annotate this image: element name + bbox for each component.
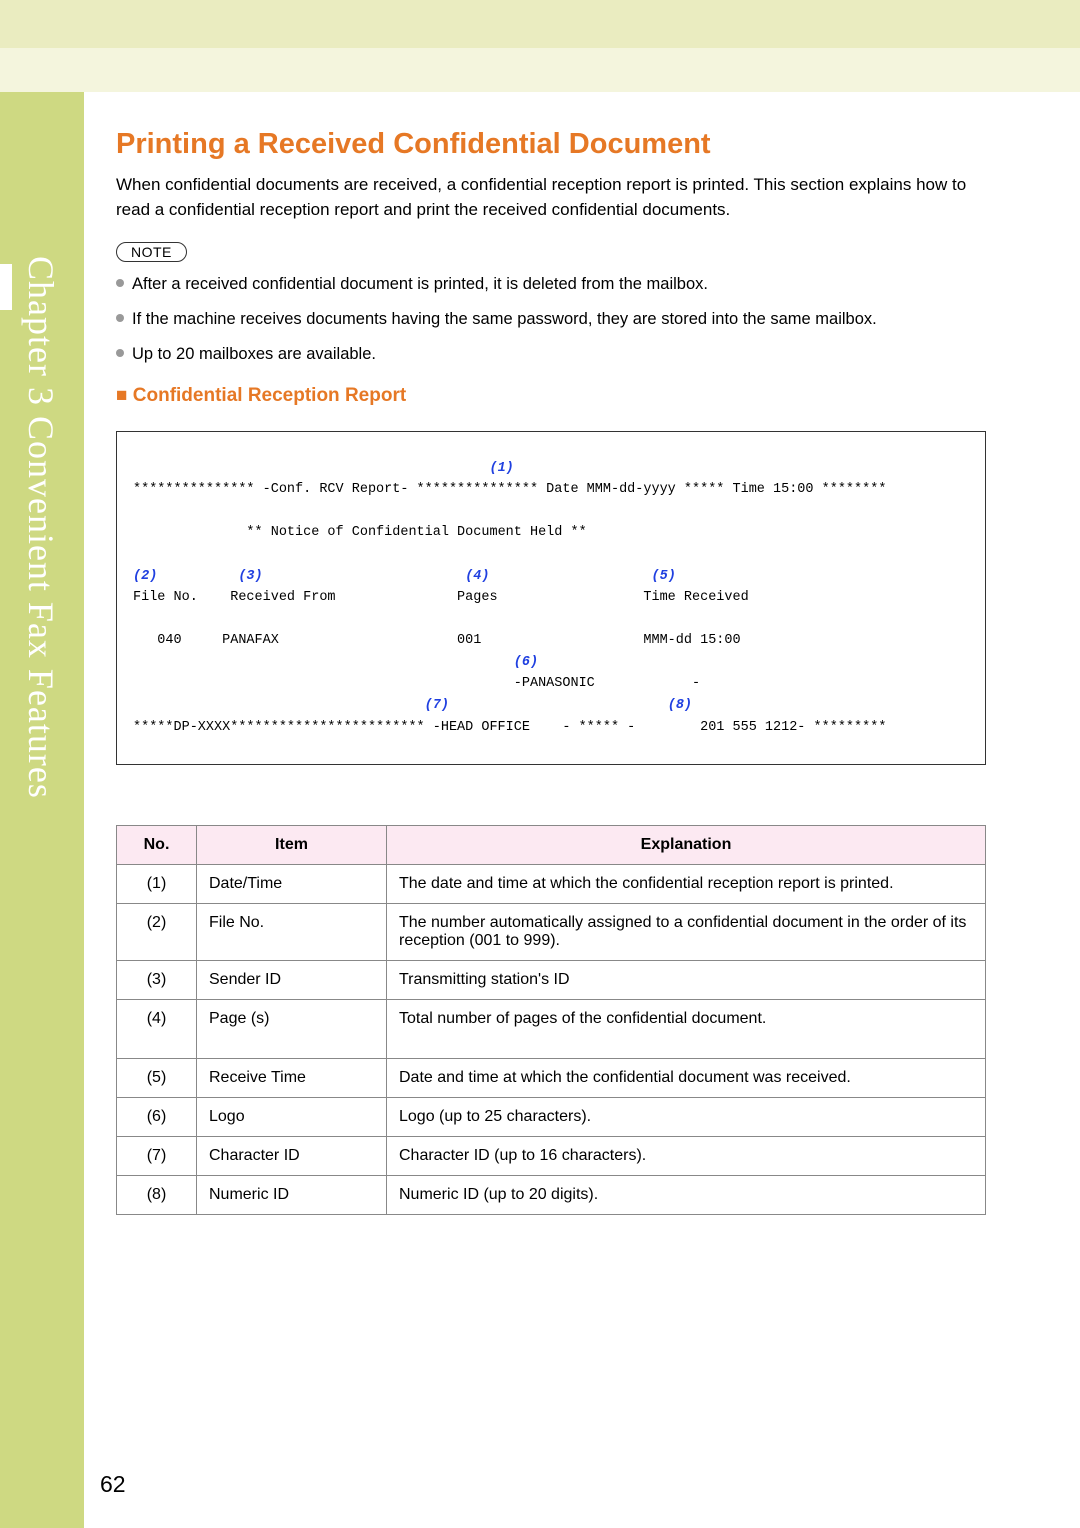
callout-7: (7) <box>425 698 449 713</box>
col-explanation: Explanation <box>387 826 986 865</box>
table-row: (1) Date/Time The date and time at which… <box>117 865 986 904</box>
table-row: (6) Logo Logo (up to 25 characters). <box>117 1098 986 1137</box>
callout-3: (3) <box>238 569 262 584</box>
cell-exp: Logo (up to 25 characters). <box>387 1098 986 1137</box>
cell-no: (8) <box>117 1176 197 1215</box>
callout-8: (8) <box>668 698 692 713</box>
table-row: (3) Sender ID Transmitting station's ID <box>117 961 986 1000</box>
callout-1: (1) <box>489 461 513 476</box>
note-label: NOTE <box>116 242 187 262</box>
cell-no: (2) <box>117 904 197 961</box>
cell-no: (7) <box>117 1137 197 1176</box>
cell-item: File No. <box>197 904 387 961</box>
cell-no: (6) <box>117 1098 197 1137</box>
callout-2: (2) <box>133 569 157 584</box>
cell-item: Date/Time <box>197 865 387 904</box>
section-heading: Confidential Reception Report <box>116 385 986 407</box>
note-item: After a received confidential document i… <box>116 272 986 297</box>
col-no: No. <box>117 826 197 865</box>
cell-item: Sender ID <box>197 961 387 1000</box>
note-item: Up to 20 mailboxes are available. <box>116 342 986 367</box>
sidebar-tab-indicator <box>0 264 12 310</box>
report-line: ** Notice of Confidential Document Held … <box>246 525 586 540</box>
callout-6: (6) <box>514 655 538 670</box>
cell-no: (3) <box>117 961 197 1000</box>
table-row: (5) Receive Time Date and time at which … <box>117 1059 986 1098</box>
cell-no: (5) <box>117 1059 197 1098</box>
report-line: *****DP-XXXX************************ -HE… <box>133 720 886 735</box>
note-item: If the machine receives documents having… <box>116 307 986 332</box>
callout-4: (4) <box>465 569 489 584</box>
cell-no: (4) <box>117 1000 197 1059</box>
cell-exp: The number automatically assigned to a c… <box>387 904 986 961</box>
cell-exp: The date and time at which the confident… <box>387 865 986 904</box>
page-number: 62 <box>100 1471 126 1498</box>
cell-exp: Total number of pages of the confidentia… <box>387 1000 986 1059</box>
report-line: 040 PANAFAX 001 MMM-dd 15:00 <box>133 633 741 648</box>
chapter-label: Chapter 3 Convenient Fax Features <box>20 256 62 799</box>
cell-exp: Numeric ID (up to 20 digits). <box>387 1176 986 1215</box>
cell-item: Character ID <box>197 1137 387 1176</box>
header-background <box>0 0 1080 92</box>
table-row: (8) Numeric ID Numeric ID (up to 20 digi… <box>117 1176 986 1215</box>
table-row: (2) File No. The number automatically as… <box>117 904 986 961</box>
intro-paragraph: When confidential documents are received… <box>116 173 986 222</box>
report-sample: (1) *************** -Conf. RCV Report- *… <box>116 431 986 766</box>
cell-exp: Transmitting station's ID <box>387 961 986 1000</box>
cell-no: (1) <box>117 865 197 904</box>
sidebar: Chapter 3 Convenient Fax Features <box>0 92 84 1528</box>
callout-5: (5) <box>652 569 676 584</box>
cell-exp: Date and time at which the confidential … <box>387 1059 986 1098</box>
col-item: Item <box>197 826 387 865</box>
explanation-table: No. Item Explanation (1) Date/Time The d… <box>116 825 986 1215</box>
table-header-row: No. Item Explanation <box>117 826 986 865</box>
cell-exp: Character ID (up to 16 characters). <box>387 1137 986 1176</box>
report-line: File No. Received From Pages Time Receiv… <box>133 590 749 605</box>
note-list: After a received confidential document i… <box>116 272 986 366</box>
page-title: Printing a Received Confidential Documen… <box>116 128 986 161</box>
report-line: *************** -Conf. RCV Report- *****… <box>133 482 886 497</box>
table-row: (4) Page (s) Total number of pages of th… <box>117 1000 986 1059</box>
cell-item: Numeric ID <box>197 1176 387 1215</box>
cell-item: Page (s) <box>197 1000 387 1059</box>
main-content: Printing a Received Confidential Documen… <box>116 128 986 1215</box>
report-line: -PANASONIC - <box>514 676 700 691</box>
cell-item: Receive Time <box>197 1059 387 1098</box>
table-row: (7) Character ID Character ID (up to 16 … <box>117 1137 986 1176</box>
header-inner <box>0 48 1080 92</box>
cell-item: Logo <box>197 1098 387 1137</box>
